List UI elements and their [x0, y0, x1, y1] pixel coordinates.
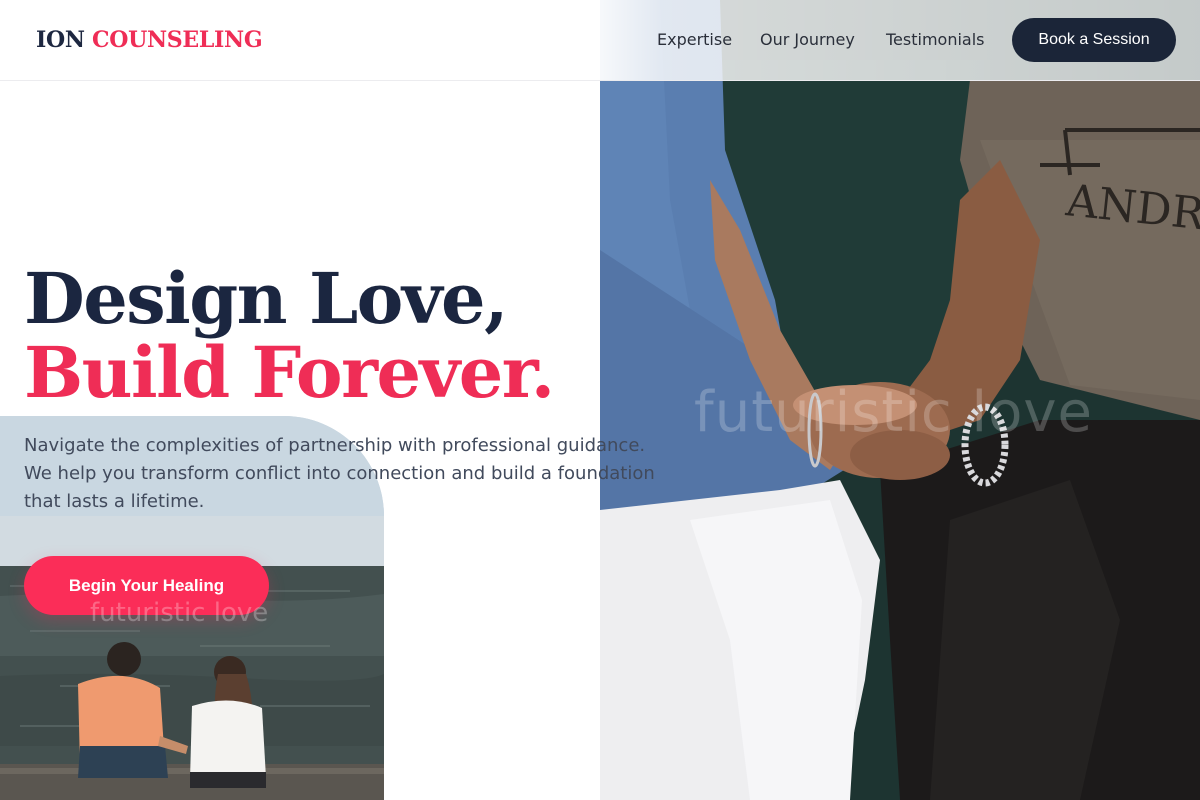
logo-part-counseling: COUNSELING: [92, 27, 263, 53]
nav-link-our-journey[interactable]: Our Journey: [760, 30, 855, 49]
headline-line-1: Design Love,: [24, 257, 508, 340]
site-header: ION COUNSELING Expertise Our Journey Tes…: [0, 0, 1200, 81]
logo[interactable]: ION COUNSELING: [36, 27, 263, 53]
begin-healing-button[interactable]: Begin Your Healing: [24, 556, 269, 615]
hero-description: Navigate the complexities of partnership…: [24, 432, 704, 516]
book-session-button[interactable]: Book a Session: [1012, 18, 1176, 62]
logo-part-ion: ION: [36, 27, 85, 53]
hero-headline: Design Love, Build Forever.: [24, 257, 555, 414]
hero-description-line-3: that lasts a lifetime.: [24, 491, 205, 512]
nav-link-testimonials[interactable]: Testimonials: [886, 30, 985, 49]
hero-description-line-2: We help you transform conflict into conn…: [24, 463, 655, 484]
nav-link-expertise[interactable]: Expertise: [657, 30, 732, 49]
hero-description-line-1: Navigate the complexities of partnership…: [24, 435, 646, 456]
hero-photo-holding-hands: ANDRE: [600, 0, 1200, 800]
headline-line-2: Build Forever.: [24, 331, 555, 414]
